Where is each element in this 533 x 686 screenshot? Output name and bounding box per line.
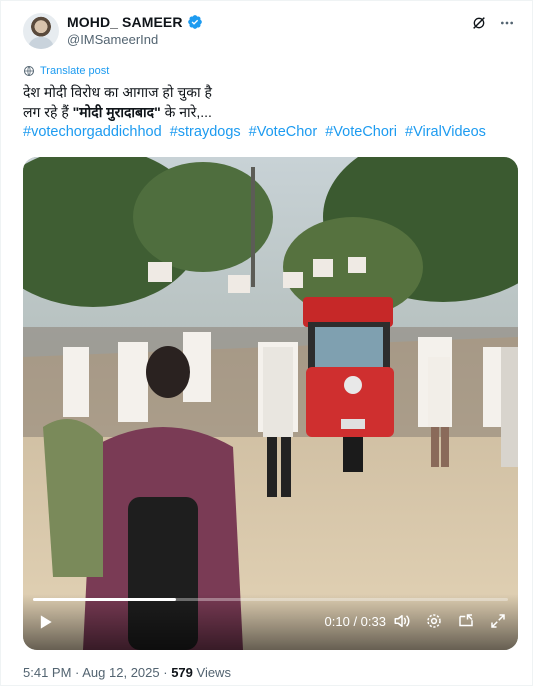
avatar[interactable] (23, 13, 59, 49)
play-icon[interactable] (35, 612, 55, 632)
video-progress-fill (33, 598, 176, 601)
tweet-text: देश मोदी विरोध का आगाज हो चुका है लग रहे… (23, 82, 523, 122)
hashtag-link[interactable]: #ViralVideos (405, 124, 486, 140)
hashtag-link[interactable]: #straydogs (170, 124, 241, 140)
author-name-row: MOHD_ SAMEER (67, 14, 203, 30)
verified-badge-icon (187, 15, 202, 29)
tweet-time[interactable]: 5:41 PM (23, 665, 71, 680)
translate-label: Translate post (40, 65, 110, 77)
views-count: 579 (171, 665, 193, 680)
views-label: Views (192, 665, 231, 680)
volume-icon[interactable] (392, 611, 412, 631)
video-controls: 0:10 / 0:33 (23, 594, 518, 650)
video-progress-bar[interactable] (33, 598, 508, 601)
translate-post-link[interactable]: Translate post (23, 65, 109, 77)
tweet-line-2-bold: "मोदी मुरादाबाद" (72, 104, 161, 120)
globe-icon (24, 66, 34, 76)
hashtag-link[interactable]: #VoteChori (325, 124, 397, 140)
tweet-card: MOHD_ SAMEER @IMSameerInd Translate post… (0, 0, 533, 686)
tweet-date[interactable]: Aug 12, 2025 (82, 665, 159, 680)
pip-icon[interactable] (456, 611, 476, 631)
tweet-line-2-suffix: के नारे,... (160, 104, 212, 120)
video-control-icons (392, 611, 508, 631)
tweet-line-2: लग रहे हैं "मोदी मुरादाबाद" के नारे,... (23, 102, 523, 122)
tweet-meta: 5:41 PM · Aug 12, 2025 · 579 Views (23, 665, 231, 680)
hashtag-link[interactable]: #VoteChor (249, 124, 318, 140)
more-icon[interactable] (498, 14, 516, 32)
video-frame (23, 157, 518, 650)
video-time: 0:10 / 0:33 (324, 614, 386, 629)
fullscreen-icon[interactable] (488, 611, 508, 631)
settings-icon[interactable] (424, 611, 444, 631)
meta-separator: · (71, 665, 83, 680)
header-actions (470, 14, 516, 32)
meta-separator: · (159, 665, 172, 680)
tweet-line-1: देश मोदी विरोध का आगाज हो चुका है (23, 84, 212, 100)
grok-icon[interactable] (470, 14, 488, 32)
author-display-name[interactable]: MOHD_ SAMEER (67, 14, 183, 30)
video-player[interactable]: 0:10 / 0:33 (23, 157, 518, 650)
hashtag-link[interactable]: #votechorgaddichhod (23, 124, 162, 140)
tweet-line-2-prefix: लग रहे हैं (23, 104, 73, 120)
hashtag-list: #votechorgaddichhod #straydogs #VoteChor… (23, 124, 490, 140)
author-handle[interactable]: @IMSameerInd (67, 32, 158, 47)
